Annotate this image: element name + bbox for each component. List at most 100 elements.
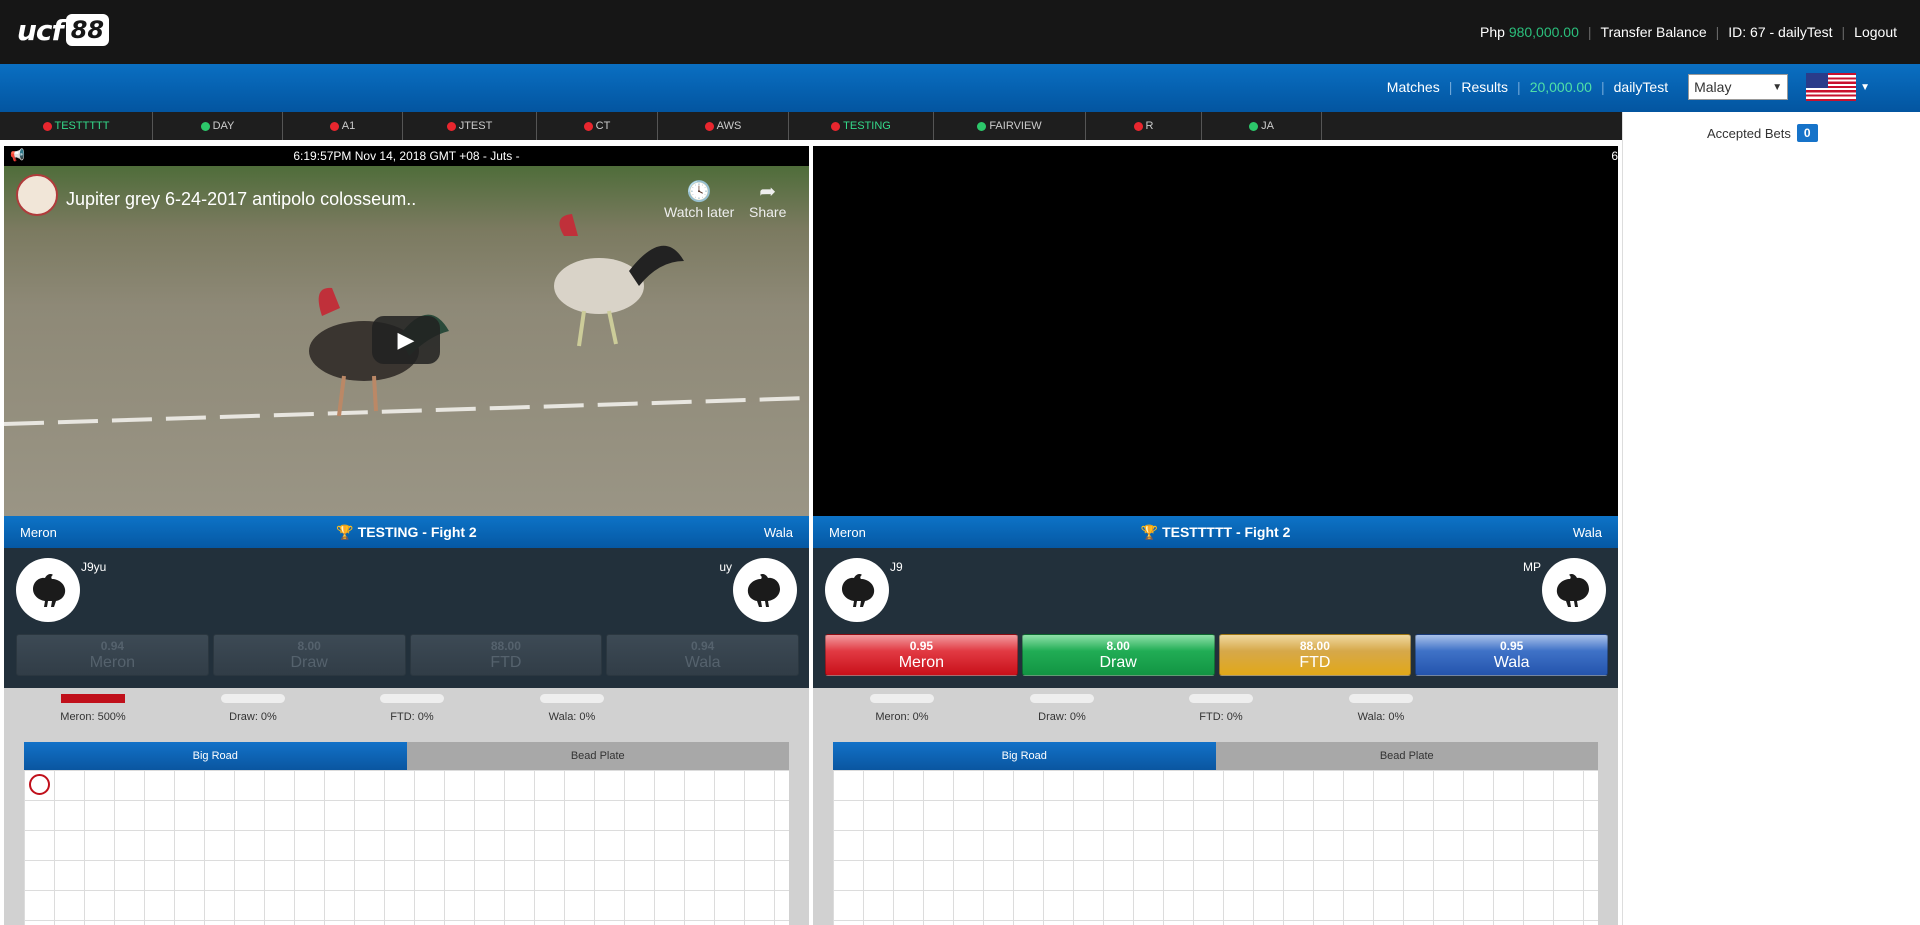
tab-big-road[interactable]: Big Road — [833, 742, 1216, 770]
stat-wala: Wala: 0% — [1306, 694, 1456, 723]
video-player[interactable]: 📢 6:19:57PM Nov 14, 2018 GMT +08 - Juts … — [4, 146, 809, 516]
stat-label: Draw: 0% — [1038, 711, 1086, 723]
arena-tab-day[interactable]: DAY — [153, 112, 283, 140]
stat-ftd: FTD: 0% — [337, 694, 487, 723]
us-flag-icon[interactable] — [1806, 73, 1857, 101]
matches-link[interactable]: Matches — [1387, 79, 1440, 95]
fight-title-bar: Meron 🏆 TESTING - Fight 2 Wala — [4, 516, 809, 548]
arena-name: CT — [595, 120, 611, 132]
dropdown-arrow-icon: ▼ — [1772, 81, 1783, 93]
bet-draw-button[interactable]: 8.00 Draw — [1021, 634, 1215, 676]
play-icon[interactable]: ▶ — [372, 316, 440, 364]
stat-bar — [870, 694, 934, 703]
wala-rooster-icon — [733, 558, 797, 622]
transfer-balance-link[interactable]: Transfer Balance — [1601, 24, 1707, 40]
odds-value: 8.00 — [1106, 638, 1130, 653]
odds-label: Draw — [1099, 653, 1137, 671]
caret-down-icon[interactable]: ▼ — [1860, 82, 1870, 93]
video-info-bar: 📢 6 — [813, 146, 1618, 166]
share-button[interactable]: ➦ Share — [749, 179, 786, 220]
watch-later-button[interactable]: 🕓 Watch later — [664, 179, 734, 220]
stat-bar — [221, 694, 285, 703]
arena-name: R — [1145, 120, 1154, 132]
bet-ftd-button[interactable]: 88.00 FTD — [409, 634, 603, 676]
stat-label: FTD: 0% — [390, 711, 434, 723]
bet-draw-button[interactable]: 8.00 Draw — [212, 634, 406, 676]
site-logo[interactable]: ucf 88 — [17, 12, 110, 48]
odds-value: 88.00 — [1299, 638, 1330, 653]
bet-ftd-button[interactable]: 88.00 FTD — [1218, 634, 1412, 676]
odds-value: 0.95 — [909, 638, 934, 653]
video-player[interactable]: 📢 6 — [813, 146, 1618, 516]
big-road-grid — [24, 770, 789, 925]
stat-bar — [540, 694, 604, 703]
arena-name: FAIRVIEW — [989, 120, 1042, 132]
arena-tab-ct[interactable]: CT — [537, 112, 658, 140]
arena-tab-fairview[interactable]: FAIRVIEW — [934, 112, 1086, 140]
balance-value: 980,000.00 — [1508, 24, 1579, 40]
language-select[interactable]: Malay ▼ — [1688, 74, 1789, 100]
stat-draw: Draw: 0% — [178, 694, 328, 723]
odds-value: 8.00 — [297, 638, 321, 653]
odds-value: 0.94 — [100, 638, 125, 653]
top-header: ucf 88 Php 980,000.00 | Transfer Balance… — [0, 0, 1920, 64]
status-dot-icon — [200, 121, 210, 131]
video-info-bar: 📢 6:19:57PM Nov 14, 2018 GMT +08 - Juts … — [4, 146, 809, 166]
tab-big-road[interactable]: Big Road — [24, 742, 407, 770]
accepted-bets[interactable]: Accepted Bets 0 — [1707, 124, 1818, 142]
road-tabs: Big Road Bead Plate — [24, 742, 789, 770]
status-dot-icon — [446, 121, 456, 131]
status-dot-icon — [1133, 121, 1143, 131]
user-id: ID: 67 - dailyTest — [1728, 24, 1833, 40]
arena-tab-testtttt[interactable]: TESTTTTT — [0, 112, 153, 140]
account-bar: Php 980,000.00 | Transfer Balance | ID: … — [1480, 24, 1897, 40]
meron-fighter-name: J9 — [890, 560, 903, 574]
stat-label: Meron: 0% — [875, 711, 929, 723]
odds-value: 88.00 — [490, 638, 521, 653]
arena-name: AWS — [716, 120, 742, 132]
bet-stats: Meron: 500% Draw: 0% FTD: 0% Wala: 0% — [4, 694, 809, 734]
odds-value: 0.95 — [1499, 638, 1524, 653]
stream-time: 6:19:57PM Nov 14, 2018 GMT +08 - Juts - — [293, 149, 520, 163]
arena-tab-aws[interactable]: AWS — [658, 112, 789, 140]
arena-name: DAY — [212, 120, 235, 132]
arena-tab-testing[interactable]: TESTING — [789, 112, 934, 140]
channel-avatar[interactable] — [16, 174, 58, 216]
stat-wala: Wala: 0% — [497, 694, 647, 723]
arena-name: A1 — [341, 120, 356, 132]
arena-tab-jtest[interactable]: JTEST — [403, 112, 537, 140]
stat-label: Draw: 0% — [229, 711, 277, 723]
credit-value: 20,000.00 — [1529, 79, 1592, 95]
video-title[interactable]: Jupiter grey 6-24-2017 antipolo colosseu… — [66, 189, 416, 210]
tab-bead-plate[interactable]: Bead Plate — [1215, 742, 1598, 770]
arena-tab-a1[interactable]: A1 — [283, 112, 403, 140]
odds-buttons: 0.95 Meron 8.00 Draw 88.00 FTD 0.95 Wala — [825, 634, 1608, 676]
wala-fighter-name: MP — [1523, 560, 1541, 574]
arena-name: TESTTTTT — [54, 120, 110, 132]
stream-time: 6 — [1611, 149, 1618, 163]
stat-bar — [380, 694, 444, 703]
stat-meron: Meron: 500% — [18, 694, 168, 723]
wala-rooster-icon — [1542, 558, 1606, 622]
bet-wala-button[interactable]: 0.94 Wala — [606, 634, 799, 676]
tab-bead-plate[interactable]: Bead Plate — [406, 742, 789, 770]
results-link[interactable]: Results — [1461, 79, 1508, 95]
stat-label: Wala: 0% — [548, 711, 596, 723]
username: dailyTest — [1613, 79, 1669, 95]
arena-tab-r[interactable]: R — [1086, 112, 1202, 140]
bet-meron-button[interactable]: 0.94 Meron — [16, 634, 209, 676]
stat-bar — [61, 694, 125, 703]
status-dot-icon — [704, 121, 714, 131]
bet-wala-button[interactable]: 0.95 Wala — [1415, 634, 1608, 676]
logout-link[interactable]: Logout — [1854, 24, 1897, 40]
meron-rooster-icon — [825, 558, 889, 622]
meron-result-marker — [29, 774, 50, 795]
stat-bar — [1349, 694, 1413, 703]
arena-tab-ja[interactable]: JA — [1202, 112, 1322, 140]
accepted-bets-count: 0 — [1796, 124, 1818, 142]
stat-bar — [1030, 694, 1094, 703]
main-nav: Matches | Results | 20,000.00 | dailyTes… — [0, 64, 1920, 112]
status-dot-icon — [583, 121, 593, 131]
bet-meron-button[interactable]: 0.95 Meron — [825, 634, 1018, 676]
stat-ftd: FTD: 0% — [1146, 694, 1296, 723]
